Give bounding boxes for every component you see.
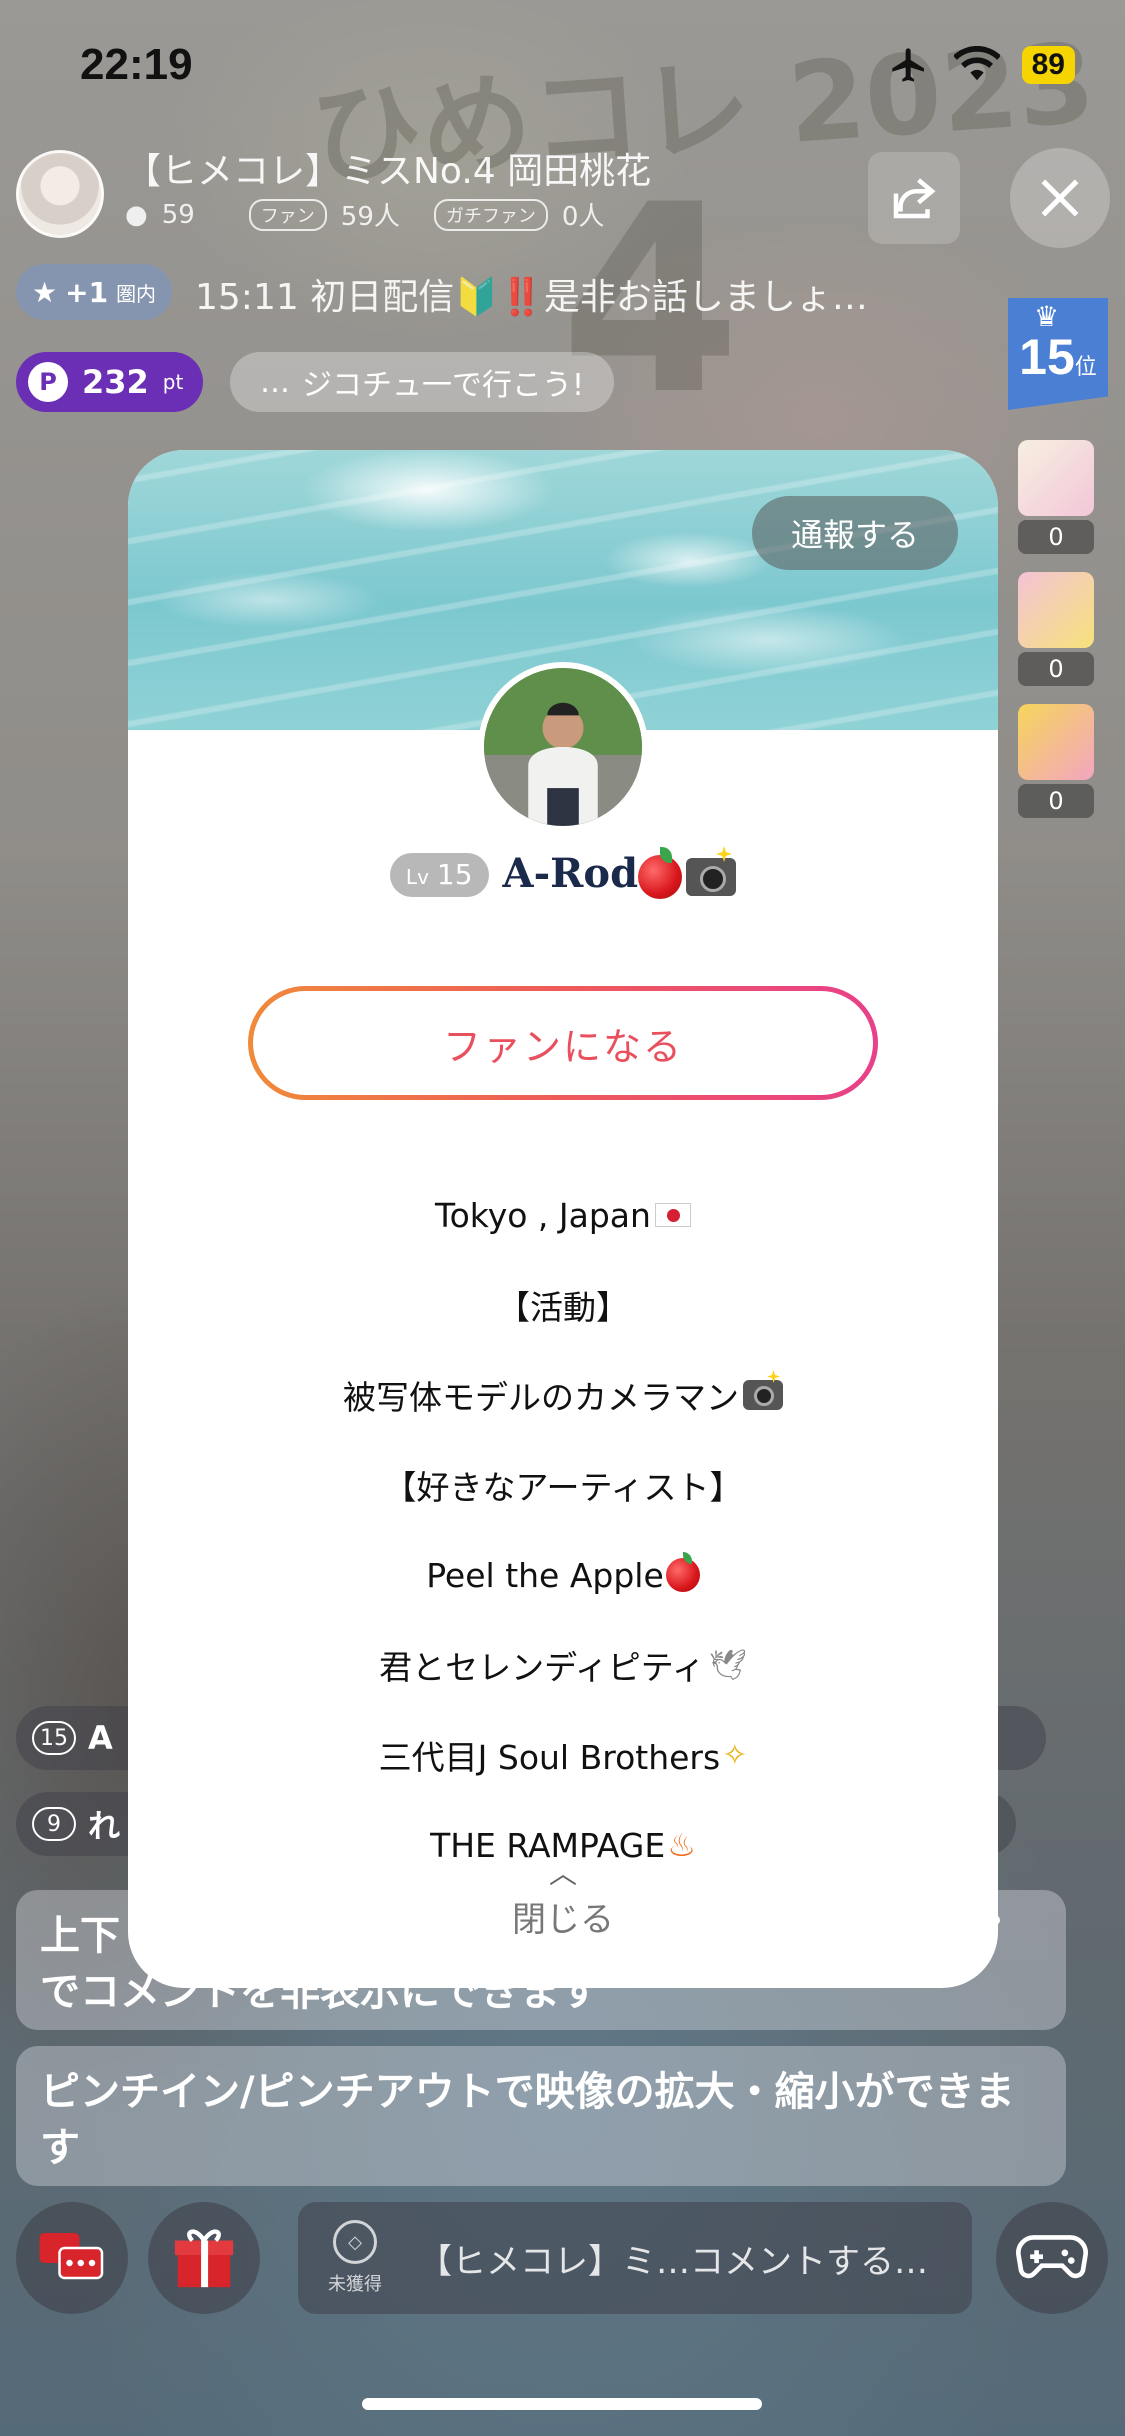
chat-level: 15 (32, 1721, 76, 1755)
status-bar: 22:19 89 (0, 0, 1125, 135)
gift-count: 0 (1018, 652, 1094, 686)
bio-text: Tokyo , Japan (435, 1195, 651, 1235)
display-name: A-Rod (502, 847, 737, 899)
comment-placeholder: 【ヒメコレ】ミ…コメントする… (418, 2241, 928, 2282)
bio-line: Peel the Apple (128, 1530, 998, 1620)
profile-name-row: Lv 15 A-Rod (128, 847, 998, 899)
become-fan-label: ファンになる (253, 991, 873, 1095)
fan-tag-sub: 圏内 (116, 281, 157, 306)
bio-text: Peel the Apple (426, 1555, 664, 1595)
system-message: ピンチイン/ピンチアウトで映像の拡大・縮小ができます (16, 2046, 1066, 2186)
bio-line: Tokyo , Japan (128, 1170, 998, 1260)
host-stats: ● 59 ファン 59人 ガチファン 0人 (125, 196, 604, 233)
gift-slot[interactable]: 0 (1018, 572, 1094, 686)
chat-level: 9 (32, 1807, 76, 1841)
gift-button[interactable] (148, 2202, 260, 2314)
gift-image (1018, 704, 1094, 780)
profile-modal: 通報する Lv 15 A-Rod ファンになる Tokyo , Japan 【活… (128, 450, 998, 1988)
chat-toggle-button[interactable] (16, 2202, 128, 2314)
bio-text: 君とセレンディピティ (379, 1648, 705, 1687)
star-icon: ★ (32, 275, 58, 309)
status-icons: 89 (886, 45, 1075, 85)
close-icon (1041, 179, 1079, 217)
bio-text: 被写体モデルのカメラマン (343, 1378, 739, 1417)
bio-text: 三代目J Soul Brothers (378, 1738, 721, 1777)
bio-line: 三代目J Soul Brothers ✧ (128, 1710, 998, 1800)
bio-text: THE RAMPAGE (430, 1825, 666, 1865)
catchphrase-pill[interactable]: … ジコチュ一で行こう! (230, 352, 615, 412)
share-button[interactable] (868, 152, 960, 244)
gift-slot[interactable]: 0 (1018, 704, 1094, 818)
dizzy-emoji-icon: ✧ (722, 1737, 748, 1773)
game-button[interactable] (996, 2202, 1108, 2314)
become-fan-button[interactable]: ファンになる (248, 986, 878, 1100)
bio-text: 【活動】 (497, 1288, 629, 1327)
status-time: 22:19 (80, 40, 193, 89)
close-stream-button[interactable] (1010, 148, 1110, 248)
profile-avatar[interactable] (478, 662, 648, 832)
report-button[interactable]: 通報する (752, 496, 958, 570)
points-unit: pt (162, 370, 184, 394)
level-value: 15 (436, 857, 473, 891)
apple-emoji-icon (665, 1552, 700, 1592)
unearned-label: 未獲得 (328, 2274, 382, 2295)
bio-line: 君とセレンディピティ 🕊 (128, 1620, 998, 1710)
chat-bubbles-icon (39, 2233, 104, 2280)
unearned-badge[interactable]: ◇ 未獲得 (320, 2220, 390, 2296)
ellipsis-icon: … (260, 364, 290, 400)
rank-unit: 位 (1074, 355, 1097, 380)
gachi-fan-label: ガチファン (433, 198, 548, 231)
host-avatar[interactable] (16, 150, 104, 238)
gift-slot[interactable]: 0 (1018, 440, 1094, 554)
gachi-fan-count: 0人 (561, 202, 605, 232)
chat-text: れ (88, 1807, 121, 1845)
points-pill[interactable]: P 232 pt (16, 352, 204, 412)
comment-input[interactable]: ◇ 未獲得 【ヒメコレ】ミ…コメントする… (298, 2202, 972, 2314)
comment-count: 59 (161, 199, 195, 230)
gift-image (1018, 572, 1094, 648)
airplane-icon (891, 48, 924, 82)
bio-text: 【好きなアーティスト】 (383, 1468, 743, 1507)
chevron-up-icon: ︿ (548, 1857, 577, 1890)
bio-line: 被写体モデルのカメラマン (128, 1350, 998, 1440)
close-modal-button[interactable]: ︿ 閉じる (128, 1860, 998, 1941)
share-icon (893, 178, 936, 219)
dove-emoji-icon: 🕊 (708, 1647, 747, 1683)
bio-line: 【活動】 (128, 1260, 998, 1350)
gift-count: 0 (1018, 784, 1094, 818)
camera-flash-emoji-icon (743, 1380, 783, 1410)
points-icon: P (28, 362, 68, 402)
rank-number: 15 (1019, 329, 1075, 385)
wifi-icon (953, 46, 1000, 81)
gamepad-icon (1016, 2235, 1088, 2279)
japan-flag-icon (654, 1203, 691, 1227)
badge-icon: ◇ (333, 2220, 377, 2264)
fan-tag-text: +1 (65, 275, 109, 309)
camera-flash-emoji-icon (686, 858, 737, 896)
catchphrase-text: ジコチュ一で行こう! (302, 368, 585, 403)
fire-emoji-icon: ♨ (667, 1826, 696, 1864)
avatar-photo (484, 668, 642, 826)
profile-bio: Tokyo , Japan 【活動】 被写体モデルのカメラマン 【好きなアーティ… (128, 1170, 998, 1890)
bio-line: 【好きなアーティスト】 (128, 1440, 998, 1530)
level-badge: Lv 15 (389, 852, 489, 897)
points-value: 232 (82, 363, 149, 401)
announcement-ticker[interactable]: 15:11 初日配信🔰‼️是非お話しましょ… (195, 268, 868, 320)
fan-rank-tag[interactable]: ★ +1 圏内 (16, 264, 173, 320)
chat-text: A (88, 1719, 113, 1757)
apple-emoji-icon (638, 847, 683, 899)
gift-count: 0 (1018, 520, 1094, 554)
comment-bubble-icon: ● (125, 199, 148, 230)
stream-title: 【ヒメコレ】ミスNo.4 岡田桃花 (125, 151, 652, 192)
display-name-text: A-Rod (502, 850, 639, 897)
crown-icon: ♛ (1034, 300, 1060, 333)
fan-label: ファン (248, 198, 327, 231)
home-indicator (362, 2398, 762, 2410)
gift-icon (174, 2229, 234, 2288)
fan-count: 59人 (340, 202, 400, 232)
close-label: 閉じる (512, 1900, 614, 1940)
level-prefix: Lv (405, 864, 429, 889)
battery-level: 89 (1021, 46, 1075, 84)
gift-image (1018, 440, 1094, 516)
